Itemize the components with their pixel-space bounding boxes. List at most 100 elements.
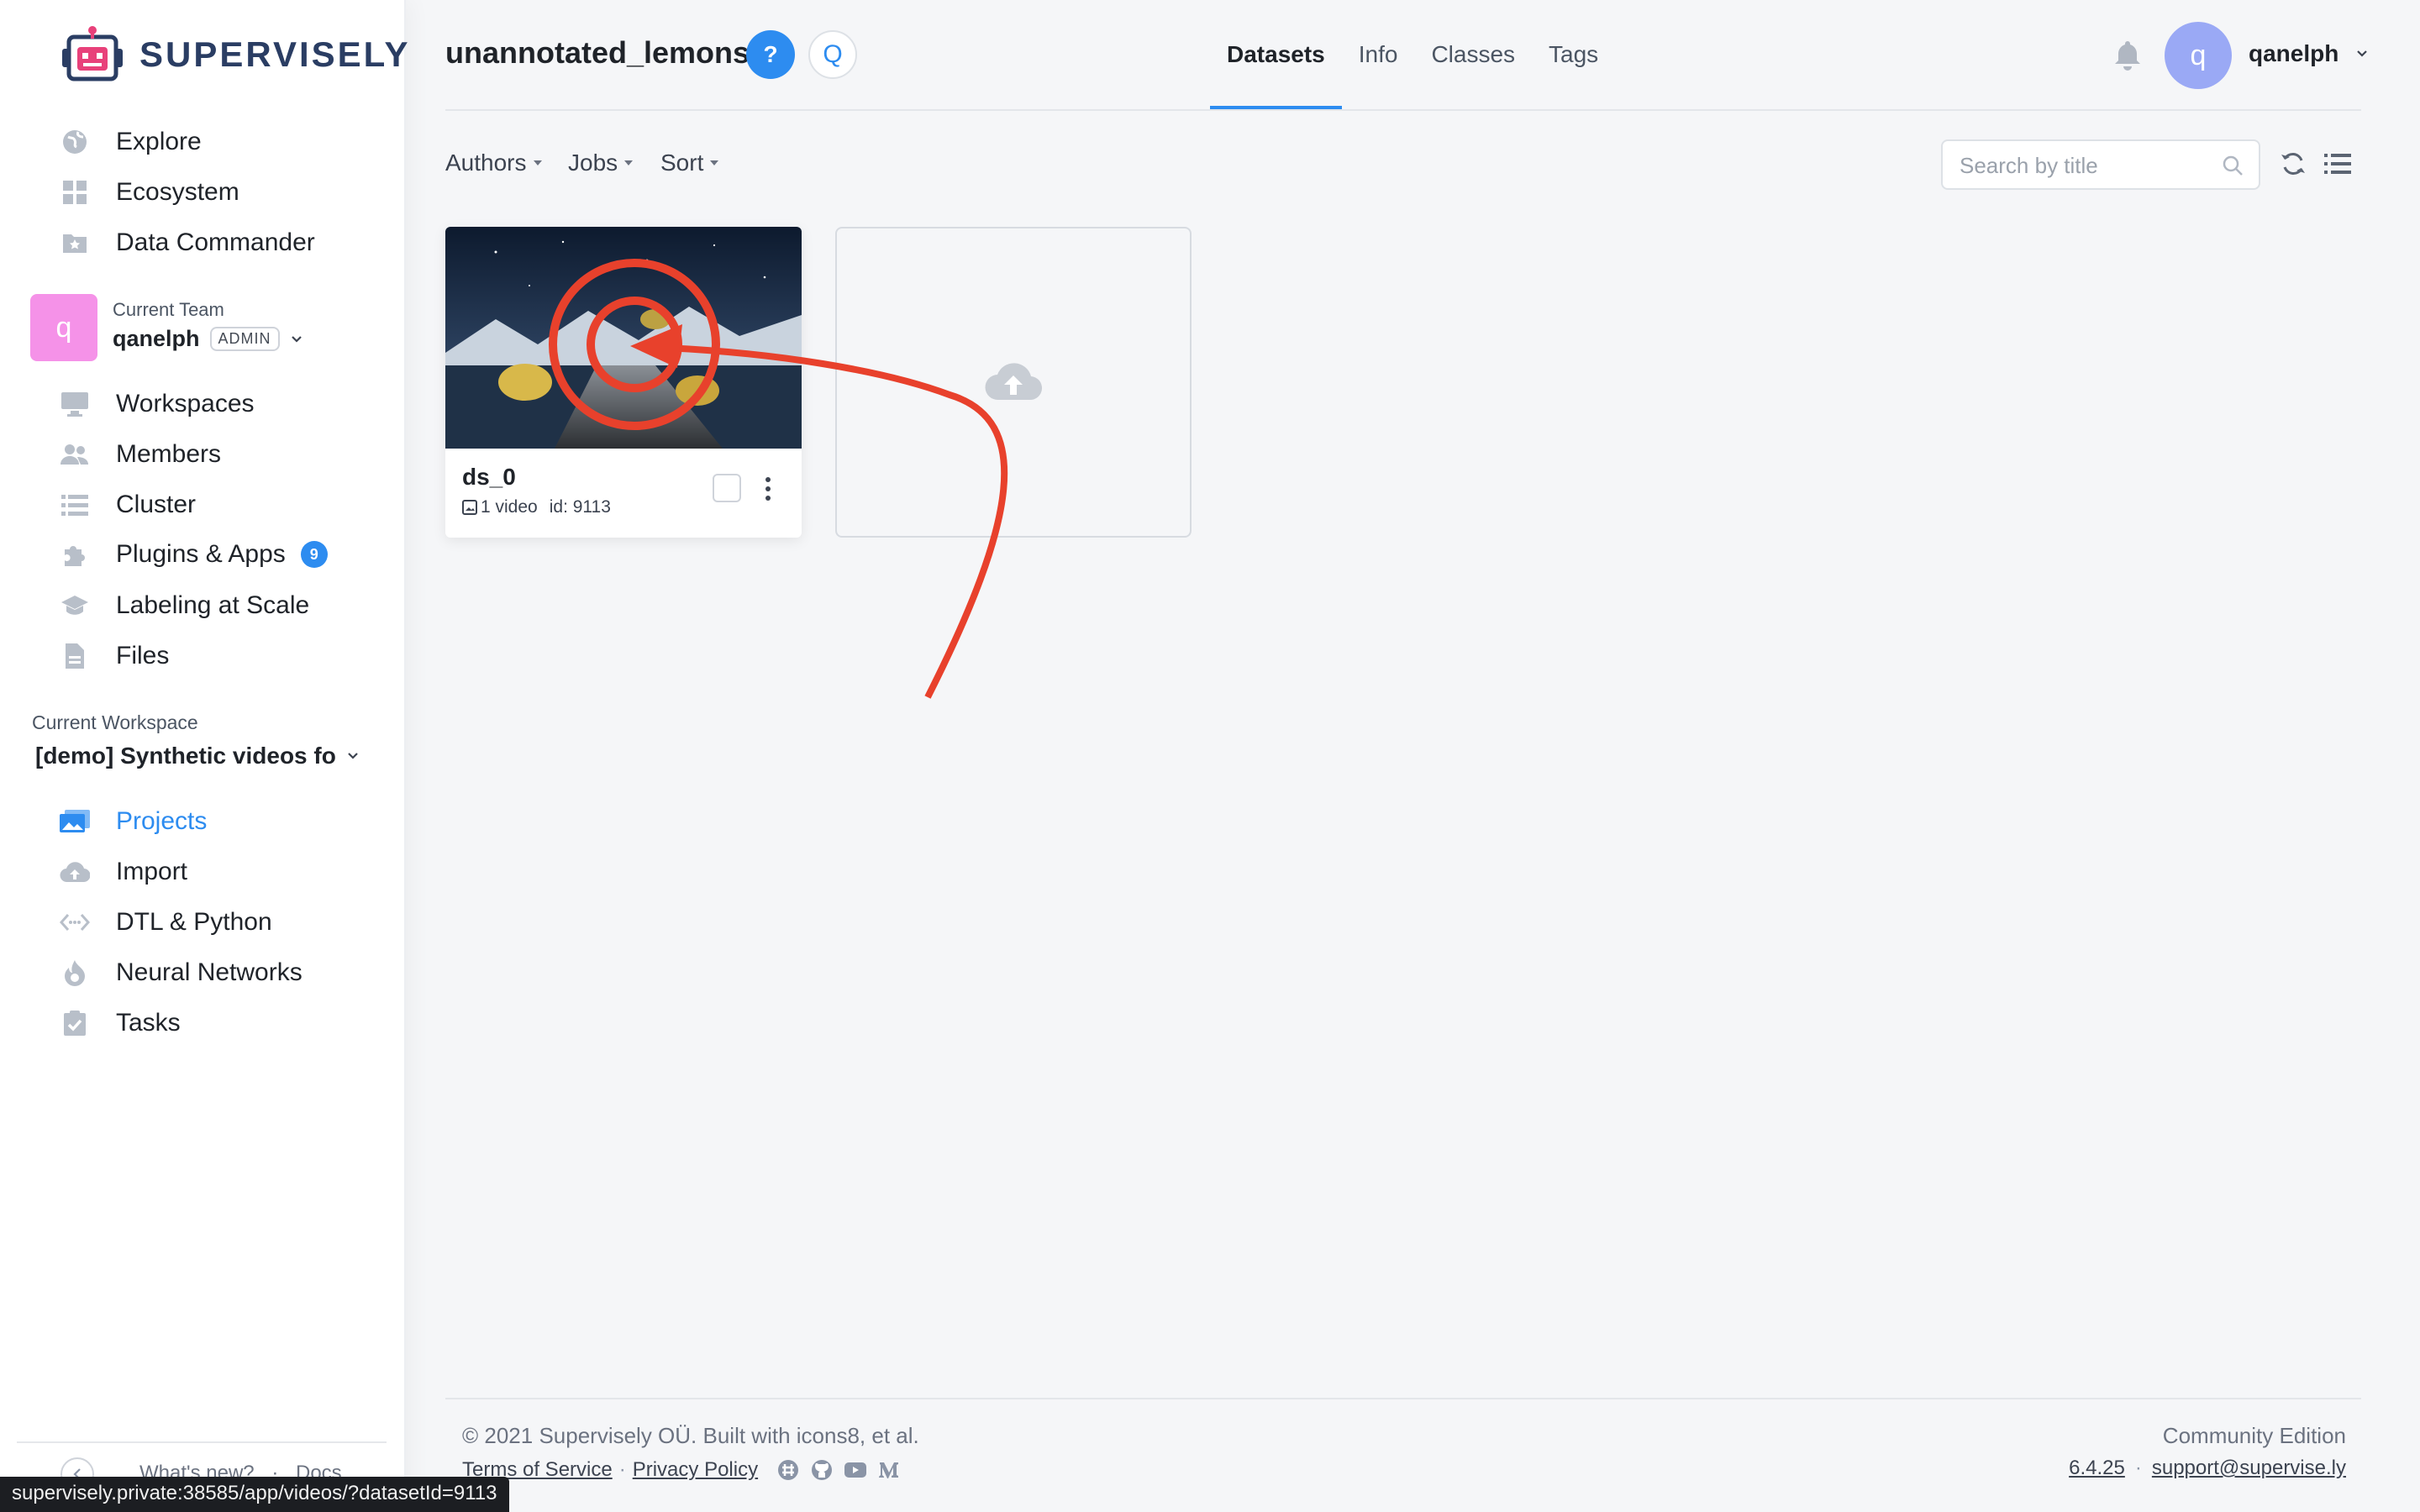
project-tabs: Datasets Info Classes Tags [1210,0,1615,109]
sidebar-item-label: Explore [116,128,202,155]
page-title: unannotated_lemons [445,35,750,70]
separator: · [618,1458,626,1481]
sidebar-item-label: Plugins & Apps [116,540,286,568]
caret-down-icon [533,160,542,165]
version-link[interactable]: 6.4.25 [2069,1457,2125,1480]
tab-tags[interactable]: Tags [1532,0,1615,109]
workspace-switcher[interactable]: [demo] Synthetic videos fo [35,743,360,769]
notification-count-badge: 9 [300,541,328,568]
globe-icon [59,126,91,158]
dataset-name[interactable]: ds_0 [462,464,516,491]
quick-search-button[interactable]: Q [808,30,857,79]
support-email-link[interactable]: support@supervise.ly [2152,1457,2346,1480]
clipboard-check-icon [59,1007,91,1039]
team-name-row: qanelph ADMIN [113,326,303,352]
divider [17,1441,387,1443]
search-icon [2223,155,2243,176]
version-links: 6.4.25 · support@supervise.ly [2069,1457,2346,1480]
team-caption: Current Team [113,299,224,320]
flame-icon [59,957,91,989]
sidebar-item-data-commander[interactable]: Data Commander [59,221,315,265]
sidebar-item-tasks[interactable]: Tasks [59,1001,181,1045]
sidebar-item-label: Ecosystem [116,178,239,206]
refresh-icon[interactable] [2279,150,2307,178]
sidebar-item-label: Labeling at Scale [116,591,310,619]
filter-label: Jobs [568,150,618,176]
tab-datasets[interactable]: Datasets [1210,0,1342,109]
authors-filter[interactable]: Authors [445,150,542,176]
privacy-link[interactable]: Privacy Policy [633,1458,758,1482]
caret-down-icon [624,160,634,165]
sidebar-item-label: Tasks [116,1009,181,1037]
bell-icon[interactable] [2112,39,2143,71]
sidebar-item-plugins-apps[interactable]: Plugins & Apps 9 [59,533,328,576]
search-box [1941,139,2260,190]
dataset-id: id: 9113 [549,497,611,517]
item-count: 1 video [481,497,538,517]
more-options-icon[interactable] [756,472,780,506]
sidebar-item-label: Members [116,440,222,468]
sidebar-item-files[interactable]: Files [59,634,169,678]
dataset-thumbnail[interactable] [445,227,802,449]
team-switcher[interactable]: q Current Team qanelph ADMIN [30,294,383,361]
sidebar-item-label: DTL & Python [116,908,272,936]
file-icon [59,640,91,672]
list-view-icon[interactable] [2324,151,2351,176]
user-menu[interactable]: qanelph [2249,40,2369,67]
filter-label: Authors [445,150,527,176]
search-input[interactable] [1960,151,2212,180]
sidebar-item-dtl-python[interactable]: DTL & Python [59,900,272,944]
team-avatar: q [30,294,97,361]
tab-classes[interactable]: Classes [1414,0,1532,109]
sidebar-item-cluster[interactable]: Cluster [59,483,196,527]
sidebar-item-label: Data Commander [116,228,315,256]
sidebar-item-label: Workspaces [116,390,255,417]
edition-label: Community Edition [2162,1423,2346,1448]
sidebar-item-projects[interactable]: Projects [59,800,207,843]
sidebar-item-members[interactable]: Members [59,433,221,476]
select-checkbox[interactable] [713,474,741,502]
tab-info[interactable]: Info [1342,0,1415,109]
graduation-cap-icon [59,590,91,622]
jobs-filter[interactable]: Jobs [568,150,634,176]
app-root: SUPERVISELY Explore Ecosystem Data Comma… [0,0,2420,1512]
sidebar-item-ecosystem[interactable]: Ecosystem [59,171,239,214]
sidebar-item-neural-networks[interactable]: Neural Networks [59,951,302,995]
sidebar-item-labeling-at-scale[interactable]: Labeling at Scale [59,584,309,627]
medium-icon[interactable] [877,1458,901,1482]
footer-links: Terms of Service · Privacy Policy [462,1458,901,1482]
sidebar-item-import[interactable]: Import [59,850,187,894]
upload-dataset-card[interactable] [835,227,1192,538]
cloud-upload-icon [59,856,91,888]
workspace-caption: Current Workspace [32,711,198,733]
brand-name: SUPERVISELY [139,34,411,74]
robot-logo-icon [62,26,123,81]
sidebar-item-explore[interactable]: Explore [59,120,202,164]
github-icon[interactable] [810,1458,834,1482]
images-icon [59,806,91,837]
link-preview-statusbar: supervisely.private:38585/app/videos/?da… [0,1477,509,1512]
footer-divider [445,1398,2361,1399]
sidebar-item-workspaces[interactable]: Workspaces [59,382,255,426]
dataset-meta: 1 video id: 9113 [462,497,611,517]
user-avatar[interactable]: q [2165,22,2232,89]
role-badge: ADMIN [209,327,280,351]
sidebar-item-label: Import [116,858,188,885]
people-icon [59,438,91,470]
youtube-icon[interactable] [844,1458,867,1482]
slack-icon[interactable] [776,1458,800,1482]
user-name: qanelph [2249,40,2339,66]
code-icon [59,906,91,938]
chevron-down-icon [2357,50,2368,57]
separator: · [2134,1457,2142,1479]
cloud-upload-icon [985,363,1043,401]
dataset-card[interactable]: ds_0 1 video id: 9113 [445,227,802,538]
sidebar-item-label: Cluster [116,491,197,518]
sort-filter[interactable]: Sort [660,150,719,176]
list-icon [59,489,91,521]
monitor-icon [59,388,91,420]
team-name: qanelph [113,326,200,351]
supervisely-logo[interactable]: SUPERVISELY [57,24,410,86]
apps-grid-icon [59,176,91,208]
help-button[interactable]: ? [746,30,795,79]
